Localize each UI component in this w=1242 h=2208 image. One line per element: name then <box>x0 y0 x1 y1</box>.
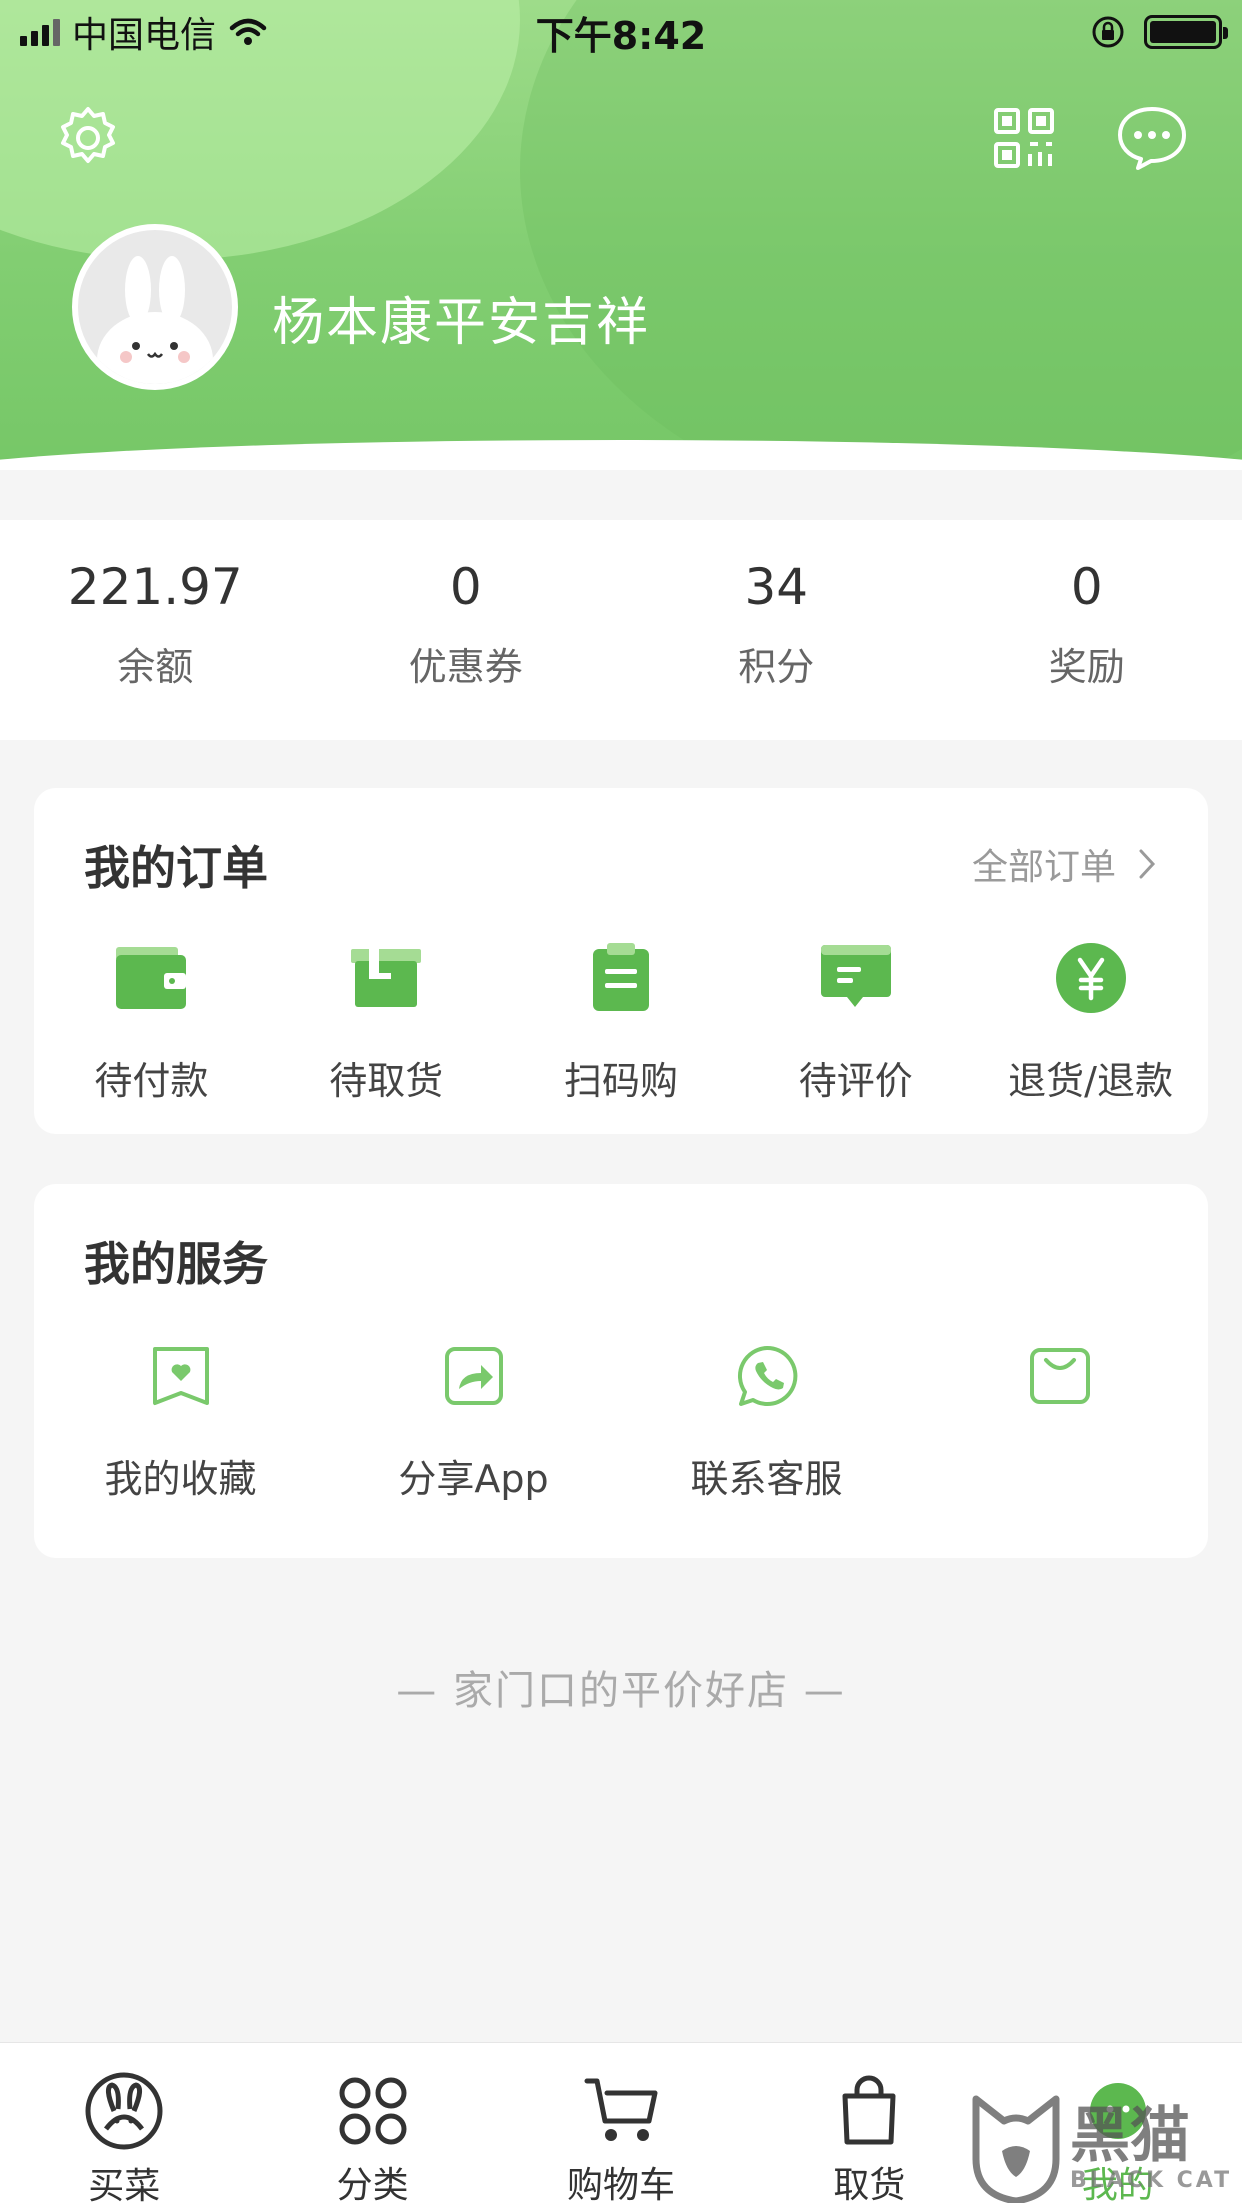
services-row: 我的收藏 分享App 联系客服 <box>34 1334 1208 1503</box>
gear-icon[interactable] <box>50 100 126 176</box>
stat-rewards[interactable]: 0 奖励 <box>932 520 1242 740</box>
stat-label: 优惠券 <box>408 645 523 689</box>
stat-value: 0 <box>1070 558 1103 616</box>
share-icon <box>432 1334 516 1418</box>
stat-label: 奖励 <box>1048 645 1125 689</box>
services-title: 我的服务 <box>84 1237 268 1291</box>
tab-label: 取货 <box>833 2165 906 2206</box>
service-shopping-bag[interactable] <box>913 1334 1206 1503</box>
stat-coupons[interactable]: 0 优惠券 <box>311 520 622 740</box>
stat-balance[interactable]: 221.97 余额 <box>0 520 311 740</box>
item-label: 扫码购 <box>563 1059 678 1103</box>
order-pending-pickup[interactable]: 待取货 <box>269 936 504 1105</box>
service-customer-support[interactable]: 联系客服 <box>620 1334 913 1503</box>
cat-logo-icon <box>972 2095 1060 2203</box>
battery-icon <box>1144 15 1228 49</box>
orders-card: 我的订单 全部订单 待付款 待取货 扫码购 待评价 退货/退款 <box>34 788 1208 1134</box>
shopping-bag-icon <box>1018 1334 1102 1418</box>
grid-icon <box>331 2071 415 2150</box>
package-icon <box>344 936 428 1020</box>
wifi-icon <box>229 18 267 45</box>
order-status-row: 待付款 待取货 扫码购 待评价 退货/退款 <box>34 936 1208 1105</box>
services-card: 我的服务 我的收藏 分享App 联系客服 <box>34 1184 1208 1558</box>
item-label: 我的收藏 <box>104 1457 257 1501</box>
bunny-avatar-icon <box>97 256 213 384</box>
item-label: 分享App <box>398 1457 549 1501</box>
yen-icon <box>1049 936 1133 1020</box>
order-pending-review[interactable]: 待评价 <box>738 936 973 1105</box>
stat-value: 34 <box>744 558 809 616</box>
account-stats: 221.97 余额 0 优惠券 34 积分 0 奖励 <box>0 520 1242 740</box>
item-label: 退货/退款 <box>1008 1059 1173 1103</box>
tab-pickup[interactable]: 取货 <box>745 2043 993 2208</box>
item-label: 联系客服 <box>690 1457 843 1501</box>
chevron-right-icon <box>1139 849 1156 879</box>
tab-cart[interactable]: 购物车 <box>497 2043 745 2208</box>
tab-label: 分类 <box>336 2165 409 2206</box>
all-orders-label: 全部订单 <box>971 847 1116 888</box>
username[interactable]: 杨本康平安吉祥 <box>272 280 650 355</box>
service-share-app[interactable]: 分享App <box>327 1334 620 1503</box>
stat-label: 余额 <box>117 645 194 689</box>
comment-icon <box>814 936 898 1020</box>
carrier-label: 中国电信 <box>72 15 217 56</box>
bag-icon <box>827 2071 911 2150</box>
chat-bubble-icon[interactable] <box>1114 100 1190 176</box>
stat-points[interactable]: 34 积分 <box>621 520 932 740</box>
tab-buy-groceries[interactable]: 买菜 <box>0 2043 248 2208</box>
all-orders-link[interactable]: 全部订单 <box>972 838 1156 890</box>
avatar[interactable] <box>72 224 238 390</box>
signal-icon <box>20 18 60 46</box>
stat-value: 221.97 <box>67 558 243 616</box>
order-pending-payment[interactable]: 待付款 <box>34 936 269 1105</box>
tab-label: 买菜 <box>88 2166 161 2207</box>
order-scan-buy[interactable]: 扫码购 <box>504 936 739 1105</box>
cart-icon <box>579 2071 663 2150</box>
watermark: 黑猫 BLACK CAT <box>968 2088 1242 2208</box>
orientation-lock-icon <box>1092 16 1124 48</box>
item-label: 待取货 <box>329 1059 444 1103</box>
stat-label: 积分 <box>738 645 815 689</box>
tab-category[interactable]: 分类 <box>248 2043 496 2208</box>
wallet-icon <box>109 936 193 1020</box>
tab-label: 购物车 <box>567 2165 676 2206</box>
orders-title: 我的订单 <box>84 841 268 895</box>
watermark-cn: 黑猫 <box>1070 2100 1190 2171</box>
item-label: 待付款 <box>94 1059 209 1103</box>
stat-value: 0 <box>449 558 482 616</box>
watermark-en: BLACK CAT <box>1070 2167 1233 2193</box>
favorite-icon <box>139 1334 223 1418</box>
header-decoration <box>520 0 1242 470</box>
bunny-icon <box>82 2071 166 2151</box>
service-favorites[interactable]: 我的收藏 <box>34 1334 327 1503</box>
item-label: 待评价 <box>798 1059 913 1103</box>
status-bar: 中国电信 下午8:42 <box>0 0 1242 64</box>
phone-chat-icon <box>725 1334 809 1418</box>
order-refund[interactable]: 退货/退款 <box>973 936 1208 1105</box>
slogan: — 家门口的平价好店 — <box>396 1668 846 1714</box>
clipboard-icon <box>579 936 663 1020</box>
qrcode-icon[interactable] <box>986 100 1062 176</box>
